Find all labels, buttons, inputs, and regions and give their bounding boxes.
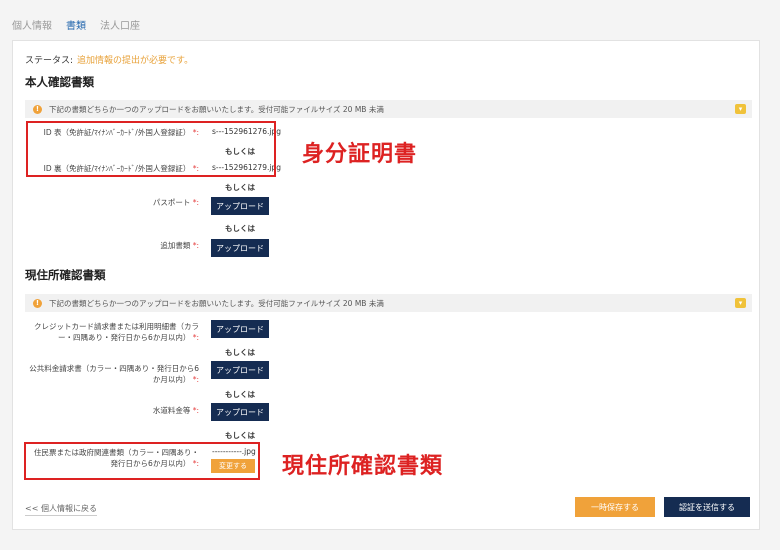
identity-highlight-box bbox=[26, 121, 276, 177]
additional-doc-upload-button[interactable]: アップロード bbox=[211, 239, 269, 257]
or-text: もしくは bbox=[225, 348, 255, 357]
or-text: もしくは bbox=[225, 224, 255, 233]
save-draft-button[interactable]: 一時保存する bbox=[575, 497, 655, 517]
credit-card-upload-button[interactable]: アップロード bbox=[211, 320, 269, 338]
or-text: もしくは bbox=[225, 390, 255, 399]
or-text: もしくは bbox=[225, 183, 255, 192]
passport-upload-button[interactable]: アップロード bbox=[211, 197, 269, 215]
tab-corporate-account[interactable]: 法人口座 bbox=[100, 17, 140, 32]
expand-icon[interactable]: ▾ bbox=[735, 298, 746, 308]
address-notice-text: 下記の書類どちらか一つのアップロードをお願いいたします。受付可能ファイルサイズ … bbox=[49, 298, 384, 308]
tab-documents[interactable]: 書類 bbox=[66, 17, 86, 32]
info-icon: ! bbox=[33, 298, 42, 308]
address-notice: ! 下記の書類どちらか一つのアップロードをお願いいたします。受付可能ファイルサイ… bbox=[25, 294, 752, 312]
address-highlight-box bbox=[24, 442, 260, 480]
identity-notice-text: 下記の書類どちらか一つのアップロードをお願いいたします。受付可能ファイルサイズ … bbox=[49, 104, 384, 114]
or-text: もしくは bbox=[225, 431, 255, 440]
utility-bill-upload-button[interactable]: アップロード bbox=[211, 361, 269, 379]
utility-bill-label: 公共料金請求書（カラー・四隅あり・発行日から6 か月以内） *: bbox=[29, 364, 199, 384]
status-line: ステータス: 追加情報の提出が必要です。 bbox=[25, 53, 193, 66]
submit-verification-button[interactable]: 認証を送信する bbox=[664, 497, 750, 517]
identity-annotation: 身分証明書 bbox=[302, 142, 418, 167]
status-label: ステータス: bbox=[25, 56, 74, 66]
address-annotation: 現住所確認書類 bbox=[282, 454, 444, 479]
top-tabs: 個人情報 書類 法人口座 bbox=[12, 17, 140, 32]
status-value: 追加情報の提出が必要です。 bbox=[77, 56, 194, 66]
address-section-title: 現住所確認書類 bbox=[25, 268, 106, 282]
tab-personal-info[interactable]: 個人情報 bbox=[12, 17, 52, 32]
water-bill-label: 水道料金等 *: bbox=[152, 406, 199, 415]
water-bill-upload-button[interactable]: アップロード bbox=[211, 403, 269, 421]
info-icon: ! bbox=[33, 104, 42, 114]
credit-card-label: クレジットカード請求書または利用明細書（カラ ー・四隅あり・発行日から6か月以内… bbox=[34, 322, 199, 342]
passport-label: パスポート *: bbox=[152, 198, 199, 207]
additional-doc-label: 追加書類 *: bbox=[160, 241, 199, 250]
identity-section-title: 本人確認書類 bbox=[25, 75, 94, 89]
identity-notice: ! 下記の書類どちらか一つのアップロードをお願いいたします。受付可能ファイルサイ… bbox=[25, 100, 752, 118]
back-to-personal-info-link[interactable]: << 個人情報に戻る bbox=[25, 503, 97, 516]
expand-icon[interactable]: ▾ bbox=[735, 104, 746, 114]
